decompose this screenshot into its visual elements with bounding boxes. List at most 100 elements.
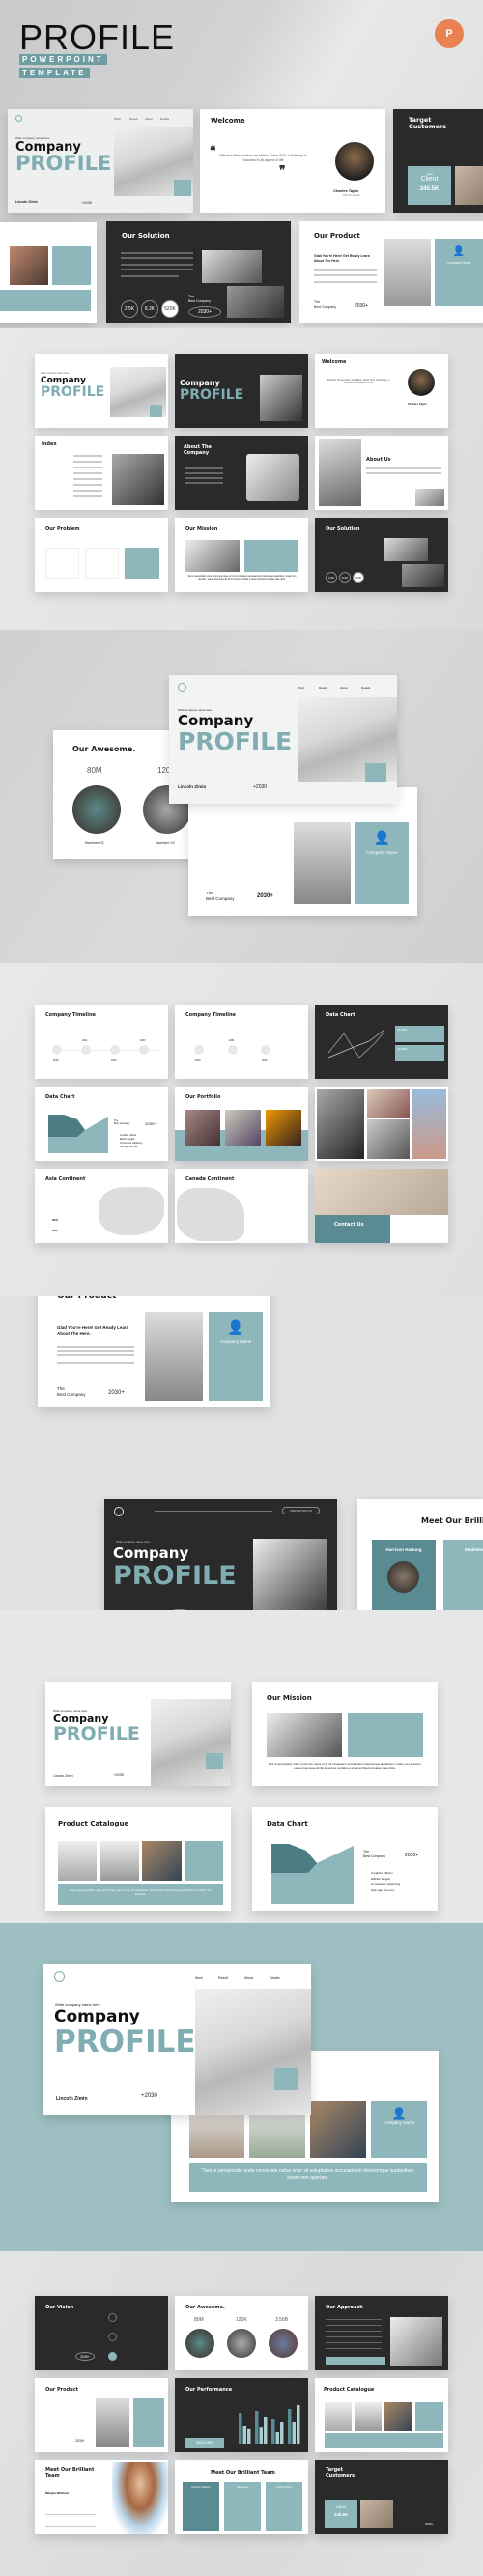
profile-label: PROFILE <box>113 1561 237 1591</box>
product-slide[interactable]: Our Product Glad You're Here! Get Ready … <box>299 221 483 323</box>
cover-slide-dark[interactable]: Company PROFILE <box>175 354 308 428</box>
logo-badge <box>274 2068 298 2090</box>
slide-title: Our Product <box>57 1296 117 1301</box>
welcome-slide-small[interactable]: Welcome Effective Presentation are Milli… <box>315 354 448 428</box>
catalogue-slide-small[interactable]: Product Catalogue <box>315 2378 448 2452</box>
solution-slide-small[interactable]: Our Solution 2.5K 8.3K 520K <box>315 518 448 592</box>
product-slide-small[interactable]: Our Product 2030+ <box>35 2378 168 2452</box>
product-slide-back[interactable]: The Best Company 2030+ 👤 Company Name <box>188 787 417 916</box>
logo-icon <box>54 1971 65 1982</box>
slide-title: Welcome <box>211 117 245 125</box>
catalogue-slide-partial[interactable] <box>0 222 97 323</box>
company-label: Company <box>113 1544 189 1562</box>
team-slide[interactable]: Meet Our Brilliant Team Harrison Hartung… <box>175 2460 308 2534</box>
slide-title: About Us <box>366 457 391 463</box>
tag-template: TEMPLATE <box>19 68 90 78</box>
tag-powerpoint: POWERPOINT <box>19 54 107 65</box>
stat-value: 80M <box>87 766 102 775</box>
awesome-slide-small[interactable]: Our Awesome. 80M 120K 3.56B <box>175 2296 308 2370</box>
presentation-pill: PRESENTATION <box>282 1507 320 1514</box>
performance-slide[interactable]: Our Performance $1500.50K <box>175 2378 308 2452</box>
slide-title: Our Solution <box>326 526 360 532</box>
slide-title: Meet Our Brilliant Team <box>45 2467 95 2478</box>
logo-icon <box>178 683 186 692</box>
office-image <box>202 250 262 283</box>
team-slide-partial[interactable]: Meet Our Brilliant Team Harrison Hartung… <box>357 1499 483 1610</box>
bar-chart <box>239 2405 300 2444</box>
bar <box>239 2413 242 2444</box>
problem-slide[interactable]: Our Problem <box>35 518 168 592</box>
laptop-image <box>10 246 48 285</box>
cover-slide-teal[interactable]: Work Result About Details Write company … <box>43 1964 311 2115</box>
person-role: CEO & Founder <box>343 194 360 197</box>
gallery-slide[interactable] <box>315 1087 448 1161</box>
canada-slide[interactable]: Canada Continent <box>175 1169 308 1243</box>
area-chart <box>271 1844 354 1904</box>
slide-title: Our Mission <box>185 526 218 532</box>
slide-title: Our Awesome. <box>185 2305 225 2310</box>
quote-close-icon: ❞ <box>279 163 286 177</box>
catalogue-slide-medium[interactable]: Product Catalogue "Sed ut perspiciatis u… <box>45 1807 231 1911</box>
building-image <box>151 1699 231 1786</box>
logo-icon <box>114 1507 124 1516</box>
man-image <box>185 540 240 572</box>
data-chart-slide-medium[interactable]: Data Chart The Best Company 2030+ Curabit… <box>252 1807 438 1911</box>
slide-title: Our Mission <box>267 1694 312 1702</box>
asia-slide[interactable]: Asia Continent 80% 60% <box>35 1169 168 1243</box>
hands-image <box>455 166 483 205</box>
portfolio-slide[interactable]: Our Portfolio <box>175 1087 308 1161</box>
contact-slide[interactable]: Contact Us <box>315 1169 448 1243</box>
about-company-slide[interactable]: About The Company <box>175 436 308 510</box>
vision-slide[interactable]: Our Vision 2030+ <box>35 2296 168 2370</box>
product-slide-large[interactable]: Our Product Glad You're Here! Get Ready … <box>38 1296 270 1407</box>
cover-slide-dark-large[interactable]: PRESENTATION Write company name here Com… <box>104 1499 337 1610</box>
best-year: 2030+ <box>355 303 369 309</box>
slide-title: About The Company <box>184 444 212 456</box>
woman-image <box>246 454 299 501</box>
timeline-slide[interactable]: Company Timeline 2030 2031 2032 2033 <box>35 1005 168 1079</box>
grid-section-3: Write company name here Company PROFILE … <box>0 1610 483 1923</box>
woman-image <box>112 2462 168 2534</box>
cover-slide-medium[interactable]: Write company name here Company PROFILE … <box>45 1682 231 1786</box>
quote-banner <box>0 290 91 311</box>
avatar <box>408 369 435 396</box>
company-card <box>52 246 91 285</box>
mission-slide[interactable]: Our Mission Sed ut perspiciatis unde omn… <box>175 518 308 592</box>
approach-slide[interactable]: Our Approach <box>315 2296 448 2370</box>
man-image <box>267 1713 342 1757</box>
grid-section-2: Company Timeline 2030 2031 2032 2033 Com… <box>0 963 483 1296</box>
about-us-slide[interactable]: About Us <box>315 436 448 510</box>
index-slide[interactable]: Index <box>35 436 168 510</box>
mission-slide-medium[interactable]: Our Mission Sed ut perspiciatis unde omn… <box>252 1682 438 1786</box>
slide-title: Product Catalogue <box>58 1820 129 1827</box>
logo-icon <box>15 115 22 122</box>
building-image <box>253 1539 327 1610</box>
lamp-image <box>294 822 351 904</box>
overlap-section-2: Our Product Glad You're Here! Get Ready … <box>0 1296 483 1610</box>
hero-section: PROFILE POWERPOINT TEMPLATE P Work Resul… <box>0 0 483 328</box>
building-image <box>319 439 361 506</box>
team-slide-single[interactable]: Meet Our Brilliant Team Mikayla Whitham <box>35 2460 168 2534</box>
author-name: Lincoln Zimin <box>15 200 38 204</box>
best-company: The Best Company <box>188 295 211 303</box>
data-chart-dark-slide[interactable]: Data Chart +5.33% +8.95% <box>315 1005 448 1079</box>
cover-slide[interactable]: Work Result About Details Write company … <box>8 109 193 213</box>
target-slide-small[interactable]: Target Customers Client 245.5K 2030+ <box>315 2460 448 2534</box>
overlap-section-1: Our Awesome. 80M 120K Number 01 Number 0… <box>0 630 483 963</box>
grid-section-4: Our Vision 2030+ Our Awesome. 80M 120K 3… <box>0 2251 483 2576</box>
bar <box>255 2411 259 2444</box>
solution-slide[interactable]: Our Solution 2.5K 8.3K 520K The Best Comp… <box>106 221 291 323</box>
data-chart-slide[interactable]: Data Chart The Best Company 2030+ Curabit… <box>35 1087 168 1161</box>
building-image <box>260 375 302 421</box>
cover-slide-small[interactable]: Write company name here Company PROFILE <box>35 354 168 428</box>
avatar <box>335 142 374 181</box>
target-customers-slide[interactable]: Target Customers Total Client 245.5K <box>393 109 483 213</box>
cover-slide-front[interactable]: Work Result About Details Write company … <box>169 675 397 804</box>
welcome-slide[interactable]: Welcome ❝ Effective Presentation are Mil… <box>200 109 385 213</box>
slide-title: Meet Our Brilliant Team <box>211 2470 275 2476</box>
timeline-slide-2[interactable]: Company Timeline 2030 2031 2032 <box>175 1005 308 1079</box>
bar <box>271 2419 275 2444</box>
building-image <box>112 454 164 505</box>
slide-title: Contact Us <box>334 1222 364 1228</box>
slide-title: Our Vision <box>45 2305 74 2310</box>
